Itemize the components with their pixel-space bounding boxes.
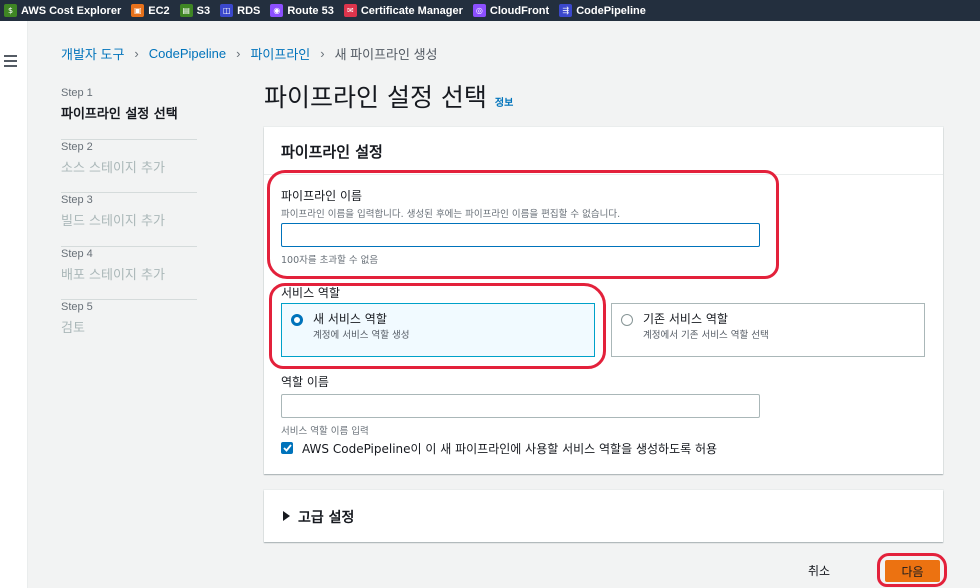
favorite-cost-explorer[interactable]: $ AWS Cost Explorer <box>4 0 121 21</box>
caret-right-icon[interactable] <box>283 511 290 521</box>
pipeline-name-input[interactable] <box>281 223 760 247</box>
role-name-label: 역할 이름 <box>281 375 329 389</box>
wizard-step-title: 빌드 스테이지 추가 <box>61 214 165 229</box>
checkmark-icon <box>282 444 292 452</box>
breadcrumb-developer-tools[interactable]: 개발자 도구 <box>61 44 124 63</box>
favorites-bar: $ AWS Cost Explorer ▣ EC2 ▤ S3 ◫ RDS ◉ R… <box>0 0 980 21</box>
s3-icon: ▤ <box>179 4 193 17</box>
new-service-role-tile[interactable]: 새 서비스 역할 계정에 서비스 역할 생성 <box>281 303 595 357</box>
route53-icon: ◉ <box>270 4 284 17</box>
codepipeline-icon: ⇶ <box>559 4 573 17</box>
pipeline-settings-panel: 파이프라인 설정 파이프라인 이름 파이프라인 이름을 입력합니다. 생성된 후… <box>264 127 943 474</box>
next-button[interactable]: 다음 <box>885 560 940 582</box>
pipeline-name-label: 파이프라인 이름 <box>281 189 363 203</box>
wizard-step-5: Step 5 검토 <box>61 300 197 354</box>
wizard-step-title: 파이프라인 설정 선택 <box>61 107 178 122</box>
side-nav-strip <box>0 21 28 588</box>
wizard-step-2: Step 2 소스 스테이지 추가 <box>61 140 197 193</box>
breadcrumb: 개발자 도구 › CodePipeline › 파이프라인 › 새 파이프라인 … <box>61 44 438 63</box>
breadcrumb-pipelines[interactable]: 파이프라인 <box>250 44 310 63</box>
favorite-certificate-manager[interactable]: ✉ Certificate Manager <box>343 0 463 21</box>
certificate-manager-icon: ✉ <box>343 4 357 17</box>
allow-role-checkbox[interactable] <box>281 442 293 454</box>
wizard-step-4: Step 4 배포 스테이지 추가 <box>61 247 197 300</box>
wizard-step-title: 검토 <box>61 321 85 336</box>
favorite-s3[interactable]: ▤ S3 <box>179 0 210 21</box>
breadcrumb-current: 새 파이프라인 생성 <box>334 47 438 62</box>
radio-selected-icon[interactable] <box>291 314 303 326</box>
existing-service-role-title: 기존 서비스 역할 <box>643 312 728 326</box>
wizard-step-title: 소스 스테이지 추가 <box>61 160 165 176</box>
new-service-role-title: 새 서비스 역할 <box>313 312 387 326</box>
chevron-right-icon: › <box>134 46 139 61</box>
favorite-ec2[interactable]: ▣ EC2 <box>131 0 170 21</box>
ec2-icon: ▣ <box>131 4 145 17</box>
cost-explorer-icon: $ <box>4 4 17 17</box>
chevron-right-icon: › <box>236 46 241 61</box>
advanced-settings-panel[interactable]: 고급 설정 <box>264 490 943 542</box>
allow-role-checkbox-label: AWS CodePipeline이 이 새 파이프라인에 사용할 서비스 역할을… <box>302 442 718 456</box>
chevron-right-icon: › <box>320 46 325 61</box>
role-name-input[interactable] <box>281 394 760 418</box>
breadcrumb-codepipeline[interactable]: CodePipeline <box>149 46 226 61</box>
favorite-rds[interactable]: ◫ RDS <box>220 0 260 21</box>
favorite-codepipeline[interactable]: ⇶ CodePipeline <box>559 0 646 21</box>
info-link[interactable]: 정보 <box>495 94 513 109</box>
favorite-route53[interactable]: ◉ Route 53 <box>270 0 334 21</box>
wizard-steps: Step 1 파이프라인 설정 선택 Step 2 소스 스테이지 추가 Ste… <box>61 86 197 354</box>
advanced-settings-title[interactable]: 고급 설정 <box>298 507 354 527</box>
pipeline-name-description: 파이프라인 이름을 입력합니다. 생성된 후에는 파이프라인 이름을 편집할 수… <box>281 209 621 220</box>
panel-header: 파이프라인 설정 <box>264 127 943 175</box>
new-service-role-description: 계정에 서비스 역할 생성 <box>313 330 410 341</box>
wizard-step-1: Step 1 파이프라인 설정 선택 <box>61 86 197 140</box>
service-role-label: 서비스 역할 <box>281 286 341 300</box>
page-title-text: 파이프라인 설정 선택 <box>264 83 487 112</box>
wizard-step-3: Step 3 빌드 스테이지 추가 <box>61 193 197 247</box>
role-name-description: 서비스 역할 이름 입력 <box>281 426 369 437</box>
pipeline-name-constraint: 100자를 초과할 수 없음 <box>281 255 379 266</box>
existing-service-role-description: 계정에서 기존 서비스 역할 선택 <box>643 330 769 341</box>
cloudfront-icon: ◎ <box>472 4 486 17</box>
favorite-cloudfront[interactable]: ◎ CloudFront <box>472 0 549 21</box>
rds-icon: ◫ <box>220 4 234 17</box>
radio-unselected-icon[interactable] <box>621 314 633 326</box>
existing-service-role-tile[interactable]: 기존 서비스 역할 계정에서 기존 서비스 역할 선택 <box>611 303 925 357</box>
page-title: 파이프라인 설정 선택 정보 <box>264 78 513 114</box>
hamburger-menu-icon[interactable] <box>4 55 17 67</box>
cancel-button[interactable]: 취소 <box>808 562 830 579</box>
wizard-step-title: 배포 스테이지 추가 <box>61 267 165 283</box>
